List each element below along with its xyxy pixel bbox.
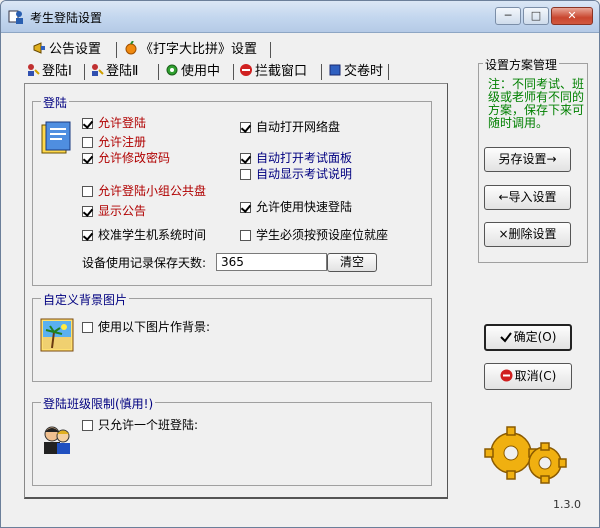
checkbox-box	[82, 153, 93, 164]
show-notice-checkbox[interactable]: 显示公告	[82, 203, 146, 219]
users-icon	[44, 426, 70, 454]
checkbox-box	[240, 122, 251, 133]
minimize-icon: ─	[504, 9, 512, 22]
checkbox-box	[82, 322, 93, 333]
maximize-button[interactable]: □	[523, 7, 549, 25]
user-key-icon	[92, 64, 104, 76]
quick-login-checkbox[interactable]: 允许使用快速登陆	[240, 199, 352, 215]
close-button[interactable]: ✕	[551, 7, 593, 25]
import-scheme-button[interactable]: ←导入设置	[484, 185, 571, 210]
auto-open-exam-panel-checkbox[interactable]: 自动打开考试面板	[240, 150, 352, 166]
scheme-group-title: 设置方案管理	[483, 56, 560, 73]
checkbox-box	[240, 230, 251, 241]
days-input[interactable]: 365	[216, 253, 327, 271]
tab-login-2[interactable]: 登陆Ⅱ	[90, 62, 138, 82]
tab-login-1[interactable]: 登陆Ⅰ	[26, 62, 72, 82]
megaphone-icon	[33, 42, 45, 54]
settings-window: 考生登陆设置 ─ □ ✕ 公告设置 《打字大比拼》设置 登陆Ⅰ 登陆Ⅱ 使用中 …	[0, 0, 600, 528]
tab-separator	[233, 64, 234, 80]
class-limit-group: 登陆班级限制(慎用!) 只允许一个班登陆:	[32, 395, 432, 486]
tab-row-top: 公告设置 《打字大比拼》设置	[33, 40, 273, 60]
maximize-icon: □	[530, 9, 542, 22]
days-label: 设备使用记录保存天数:	[82, 256, 207, 270]
cancel-button[interactable]: 取消(C)	[484, 363, 572, 390]
tab-intercept-window[interactable]: 拦截窗口	[239, 62, 307, 82]
tab-in-use[interactable]: 使用中	[165, 62, 220, 82]
orange-icon	[125, 41, 137, 55]
background-group: 自定义背景图片 使用以下图片作背景:	[32, 291, 432, 382]
allow-register-checkbox[interactable]: 允许注册	[82, 134, 146, 150]
save-scheme-button[interactable]: 另存设置→	[484, 147, 571, 172]
allow-login-checkbox[interactable]: 允许登陆	[82, 115, 146, 131]
stop-icon	[240, 64, 252, 76]
preset-seat-checkbox[interactable]: 学生必须按预设座位就座	[240, 227, 388, 243]
checkbox-box	[82, 118, 93, 129]
tab-panel-login-1: 登陆 允许登陆 允许注册 允许修改密码 允许登陆小组公共盘 显示公告 校准学生机…	[24, 83, 448, 499]
checkbox-box	[82, 230, 93, 241]
gear-icon	[166, 64, 178, 76]
minimize-button[interactable]: ─	[495, 7, 521, 25]
checkbox-box	[82, 137, 93, 148]
check-icon	[499, 332, 512, 343]
auto-open-netdisk-checkbox[interactable]: 自动打开网络盘	[240, 119, 340, 135]
paper-icon	[329, 64, 341, 76]
tab-separator	[270, 42, 271, 58]
app-icon	[8, 10, 23, 24]
login-group-title: 登陆	[41, 94, 70, 111]
beach-picture-icon	[40, 318, 74, 352]
single-class-checkbox[interactable]: 只允许一个班登陆:	[82, 417, 198, 433]
checkbox-box	[240, 169, 251, 180]
use-background-image-checkbox[interactable]: 使用以下图片作背景:	[82, 319, 210, 335]
checkbox-box	[82, 206, 93, 217]
tab-notice-settings[interactable]: 公告设置	[33, 40, 101, 60]
background-group-title: 自定义背景图片	[41, 291, 130, 308]
notebook-icon	[41, 121, 71, 154]
delete-scheme-button[interactable]: ×删除设置	[484, 222, 571, 247]
tab-separator	[321, 64, 322, 80]
allow-group-share-checkbox[interactable]: 允许登陆小组公共盘	[82, 183, 206, 199]
version-label: 1.3.0	[553, 498, 581, 511]
auto-show-exam-notes-checkbox[interactable]: 自动显示考试说明	[240, 166, 352, 182]
tab-separator	[158, 64, 159, 80]
window-title: 考生登陆设置	[30, 11, 103, 25]
class-limit-group-title: 登陆班级限制(慎用!)	[41, 395, 156, 412]
scheme-note: 注：不同考试、班级或老师有不同的方案，保存下来可随时调用。	[488, 77, 585, 130]
sync-time-checkbox[interactable]: 校准学生机系统时间	[82, 227, 206, 243]
tab-separator	[388, 64, 389, 80]
allow-change-password-checkbox[interactable]: 允许修改密码	[82, 150, 170, 166]
ok-button[interactable]: 确定(O)	[484, 324, 572, 351]
close-icon: ✕	[567, 9, 577, 22]
checkbox-box	[240, 202, 251, 213]
checkbox-box	[82, 186, 93, 197]
user-key-icon	[28, 64, 40, 76]
clear-button[interactable]: 清空	[327, 253, 377, 272]
tab-separator	[116, 42, 117, 58]
login-group: 登陆 允许登陆 允许注册 允许修改密码 允许登陆小组公共盘 显示公告 校准学生机…	[32, 94, 432, 286]
tab-submit[interactable]: 交卷时	[328, 62, 383, 82]
stop-icon	[500, 369, 513, 382]
gears-icon	[484, 426, 567, 484]
checkbox-box	[82, 420, 93, 431]
tab-separator	[84, 64, 85, 80]
title-bar: 考生登陆设置 ─ □ ✕	[1, 1, 599, 33]
checkbox-box	[240, 153, 251, 164]
tab-row-bottom: 登陆Ⅰ 登陆Ⅱ 使用中 拦截窗口 交卷时	[26, 62, 396, 82]
tab-typing-contest-settings[interactable]: 《打字大比拼》设置	[124, 40, 257, 60]
